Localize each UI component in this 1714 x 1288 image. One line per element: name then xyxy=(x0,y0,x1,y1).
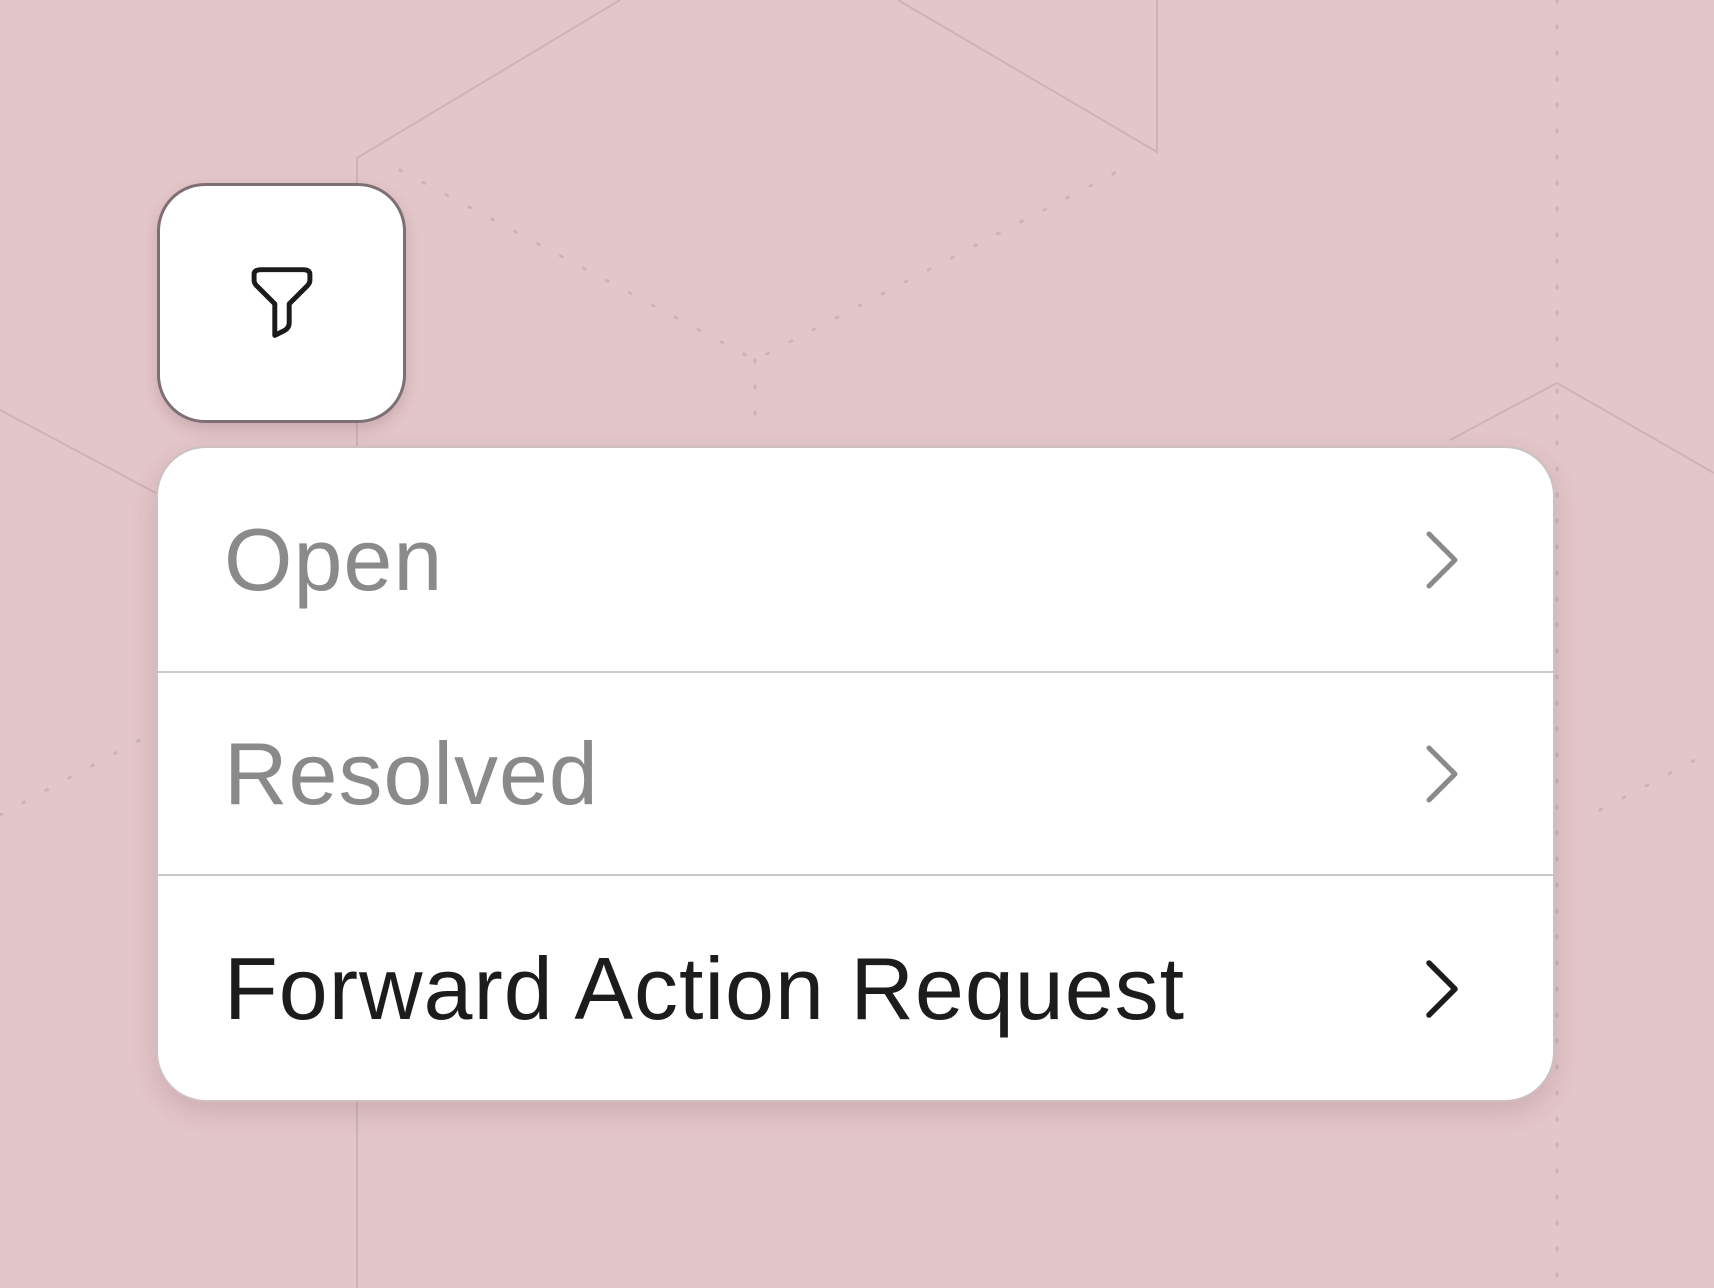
chevron-right-icon xyxy=(1426,960,1458,1018)
menu-item-resolved[interactable]: Resolved xyxy=(158,673,1553,876)
menu-item-label: Open xyxy=(224,509,444,609)
filter-menu: Open Resolved Forward Action Request xyxy=(156,446,1555,1102)
menu-item-open[interactable]: Open xyxy=(158,448,1553,673)
chevron-right-icon xyxy=(1426,745,1458,802)
filter-button[interactable] xyxy=(157,183,406,423)
chevron-right-icon xyxy=(1426,531,1458,588)
filter-funnel-icon xyxy=(251,267,312,338)
menu-item-label: Forward Action Request xyxy=(224,939,1186,1038)
menu-item-forward-action-request[interactable]: Forward Action Request xyxy=(158,876,1553,1100)
menu-item-label: Resolved xyxy=(224,723,599,823)
